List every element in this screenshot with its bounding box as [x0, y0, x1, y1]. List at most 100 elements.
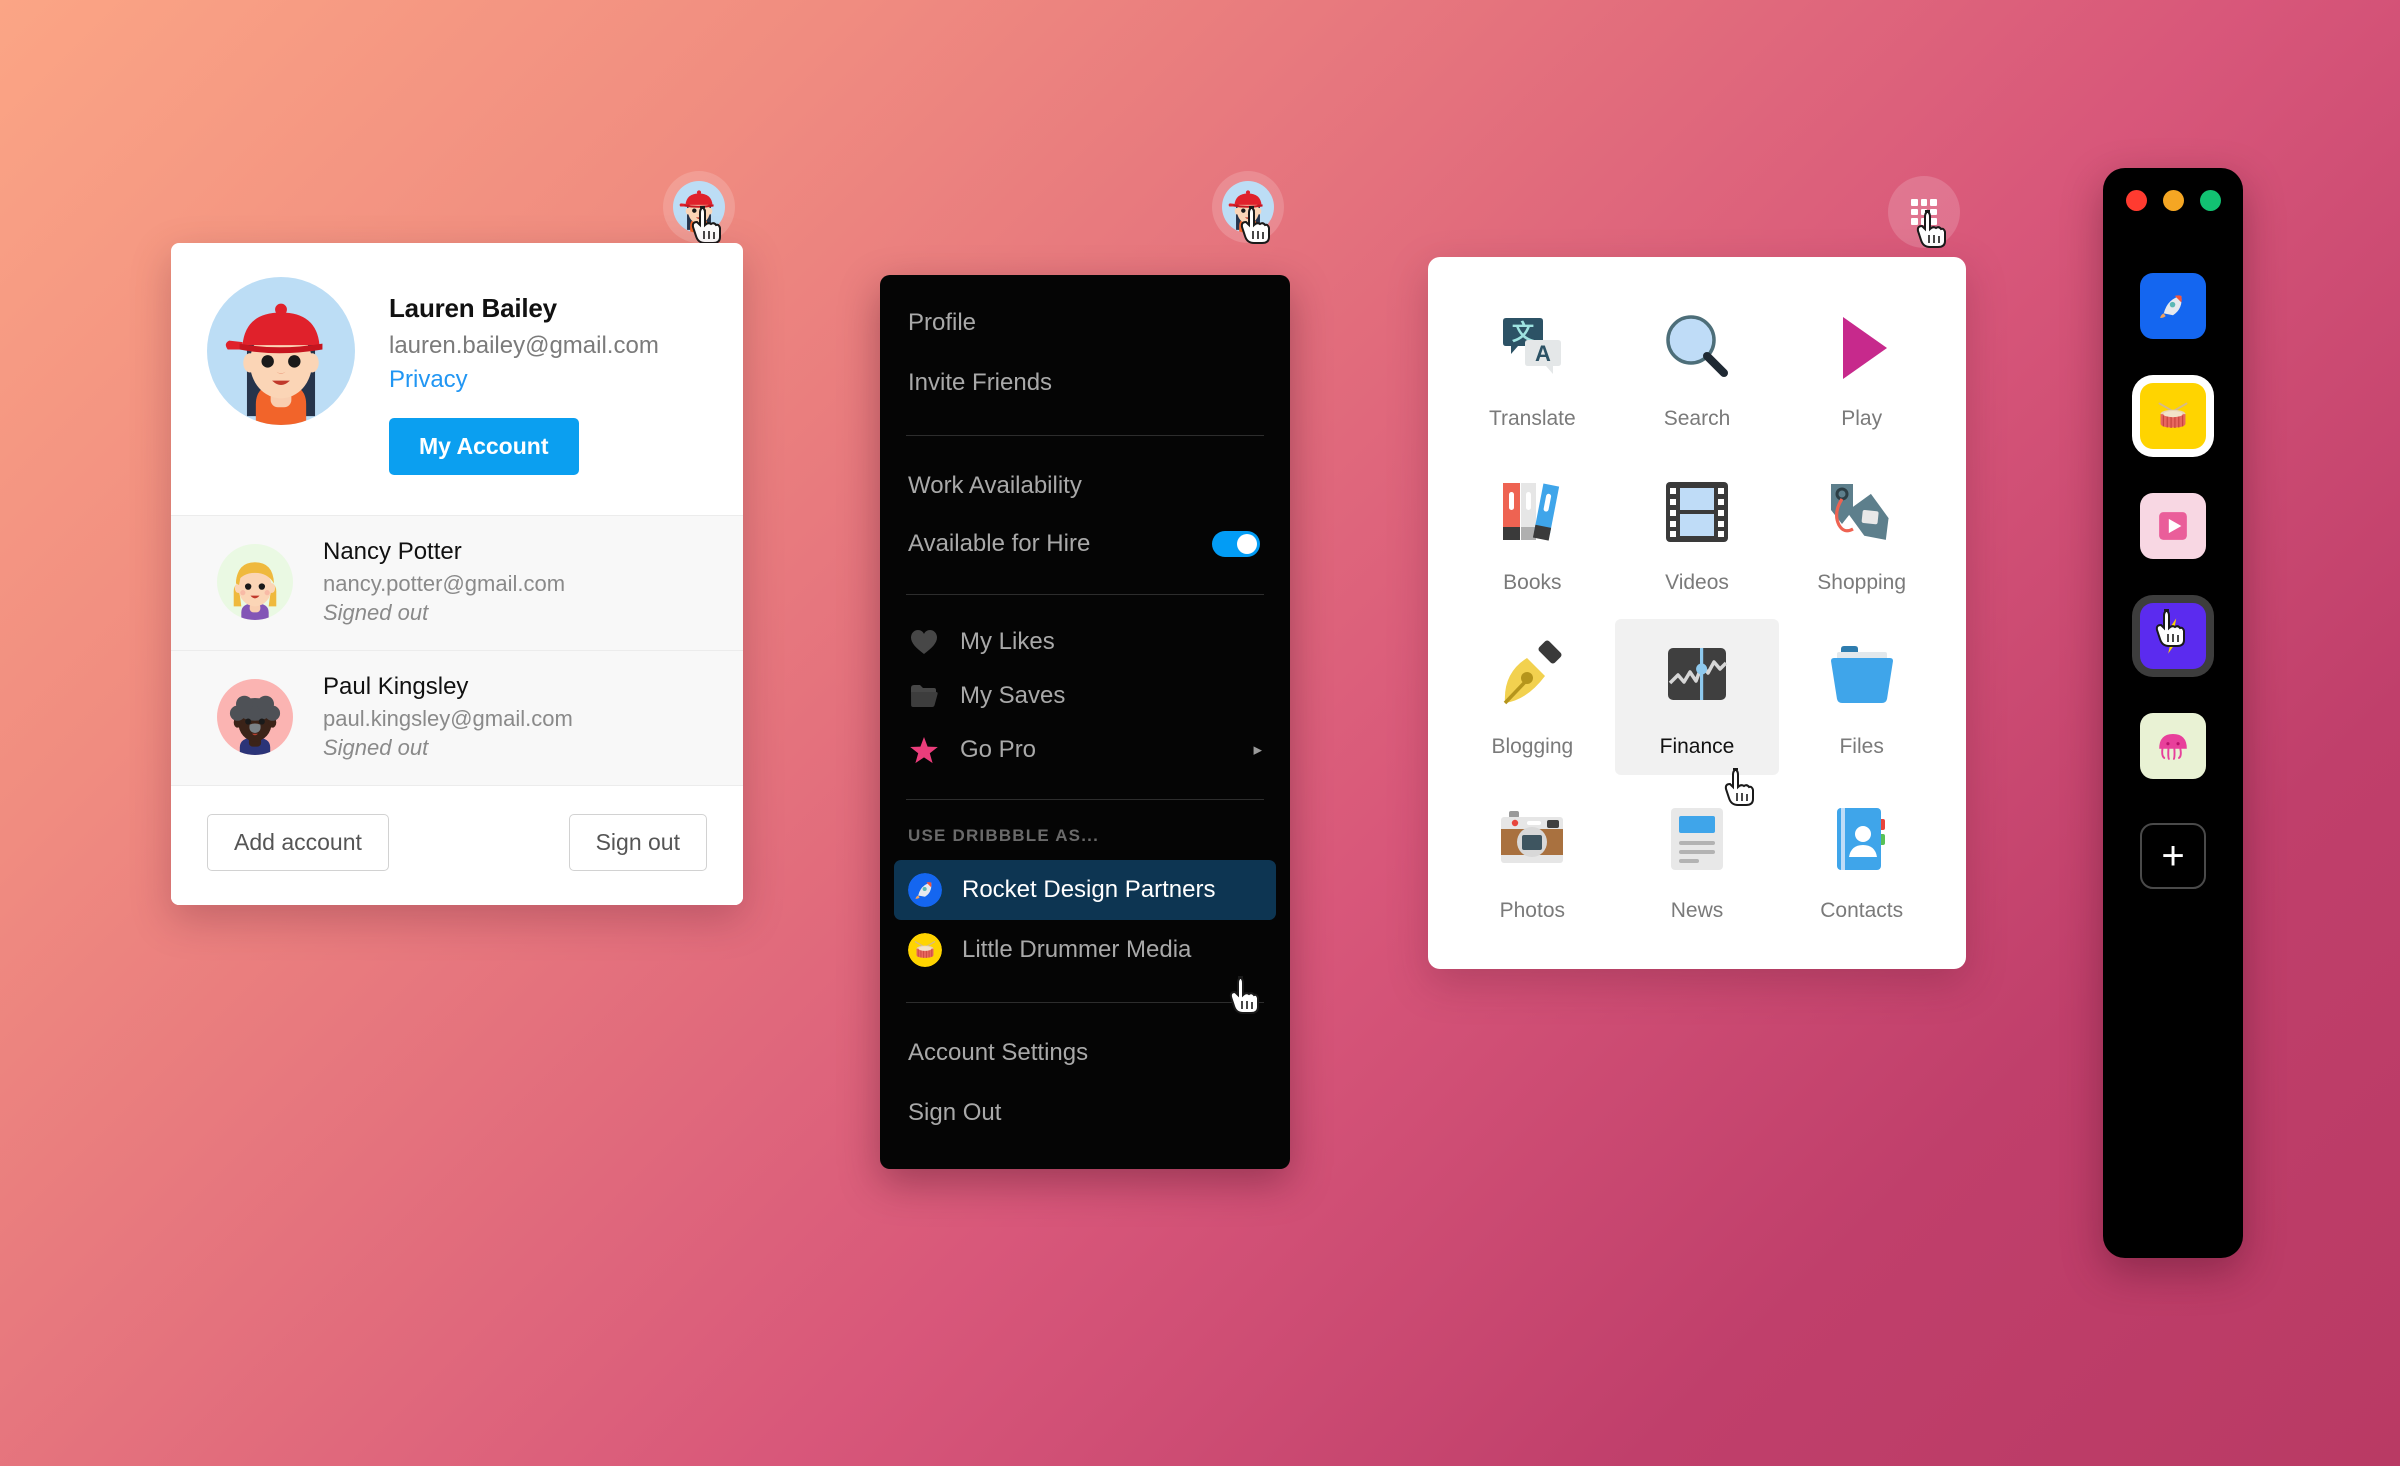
- app-tile-news[interactable]: News: [1615, 783, 1780, 939]
- paul-avatar-icon: [217, 679, 293, 755]
- team-little-drummer-media[interactable]: Little Drummer Media: [894, 920, 1276, 980]
- rocket-icon: [908, 873, 942, 907]
- available-for-hire-row[interactable]: Available for Hire: [880, 516, 1290, 572]
- play-square-icon: [2140, 493, 2206, 559]
- dock-item-rocket[interactable]: [2103, 251, 2243, 361]
- nancy-avatar-icon: [217, 544, 293, 620]
- menu-item-label: Go Pro: [960, 736, 1037, 763]
- menu-item-my-saves[interactable]: My Saves: [880, 669, 1290, 723]
- divider: [906, 799, 1264, 800]
- app-tile-videos[interactable]: Videos: [1615, 455, 1780, 611]
- avatar-trigger-menu[interactable]: [1212, 171, 1284, 243]
- dock-add-app-button[interactable]: +: [2103, 801, 2243, 911]
- app-tile-photos[interactable]: Photos: [1450, 783, 1615, 939]
- rocket-icon: [2140, 273, 2206, 339]
- work-availability-heading: Work Availability: [908, 472, 1082, 499]
- app-tile-shopping[interactable]: Shopping: [1779, 455, 1944, 611]
- app-label: Videos: [1665, 571, 1729, 594]
- account-name: Paul Kingsley: [323, 673, 469, 700]
- add-account-button[interactable]: Add account: [207, 814, 389, 871]
- app-launcher-grid: 文 A Translate Search Play Books Videos S…: [1428, 257, 1966, 969]
- privacy-link[interactable]: Privacy: [389, 366, 659, 394]
- fountain-pen-icon: [1495, 637, 1569, 715]
- jellyfish-icon: [2140, 713, 2206, 779]
- account-switcher-card: Lauren Bailey lauren.bailey@gmail.com Pr…: [171, 243, 743, 905]
- drum-icon: [2140, 383, 2206, 449]
- menu-item-invite-friends[interactable]: Invite Friends: [880, 353, 1290, 413]
- app-tile-contacts[interactable]: Contacts: [1779, 783, 1944, 939]
- available-for-hire-toggle[interactable]: [1212, 531, 1260, 557]
- minimize-light-icon[interactable]: [2162, 190, 2184, 211]
- my-account-button[interactable]: My Account: [389, 418, 579, 475]
- plus-icon: +: [2140, 823, 2206, 889]
- close-light-icon[interactable]: [2125, 190, 2147, 211]
- window-controls: [2103, 190, 2243, 211]
- dock-item-lightning[interactable]: [2103, 581, 2243, 691]
- app-label: Blogging: [1491, 735, 1574, 758]
- list-item[interactable]: Paul Kingsley paul.kingsley@gmail.com Si…: [171, 650, 743, 785]
- dock-item-jellyfish[interactable]: [2103, 691, 2243, 801]
- camera-icon: [1495, 801, 1569, 879]
- available-for-hire-label: Available for Hire: [908, 530, 1091, 557]
- status-badge: Signed out: [323, 600, 429, 625]
- card-actions: Add account Sign out: [171, 785, 743, 905]
- app-label: Shopping: [1817, 571, 1907, 594]
- account-email: paul.kingsley@gmail.com: [323, 706, 573, 731]
- menu-item-account-settings[interactable]: Account Settings: [880, 1023, 1290, 1083]
- app-tile-play[interactable]: Play: [1779, 291, 1944, 447]
- app-tile-books[interactable]: Books: [1450, 455, 1615, 611]
- app-label: Translate: [1488, 407, 1576, 430]
- lauren-avatar-icon: [673, 181, 725, 233]
- menu-item-label: My Saves: [960, 682, 1066, 709]
- account-name: Nancy Potter: [323, 538, 462, 565]
- app-tile-files[interactable]: Files: [1779, 619, 1944, 775]
- lauren-avatar-icon: [207, 277, 355, 425]
- dock-item-play[interactable]: [2103, 471, 2243, 581]
- svg-text:A: A: [1535, 341, 1551, 366]
- menu-item-sign-out[interactable]: Sign Out: [880, 1083, 1290, 1143]
- use-dribbble-as-heading: USE DRIBBBLE AS...: [908, 826, 1099, 845]
- folder-blue-icon: [1825, 637, 1899, 715]
- app-tile-blogging[interactable]: Blogging: [1450, 619, 1615, 775]
- team-label: Rocket Design Partners: [962, 876, 1216, 903]
- app-label: Photos: [1499, 899, 1566, 922]
- heart-icon: [908, 629, 940, 655]
- translate-icon: 文 A: [1495, 309, 1569, 387]
- menu-item-my-likes[interactable]: My Likes: [880, 615, 1290, 669]
- divider: [906, 594, 1264, 595]
- magnifier-icon: [1660, 309, 1734, 387]
- menu-item-go-pro[interactable]: Go Pro ▸: [880, 723, 1290, 777]
- address-book-icon: [1825, 801, 1899, 879]
- app-grid-trigger[interactable]: [1888, 176, 1960, 248]
- newspaper-icon: [1660, 801, 1734, 879]
- desktop-background: Lauren Bailey lauren.bailey@gmail.com Pr…: [0, 0, 2400, 1466]
- menu-item-profile[interactable]: Profile: [880, 293, 1290, 353]
- team-rocket-design-partners[interactable]: Rocket Design Partners: [894, 860, 1276, 920]
- stock-chart-icon: [1660, 637, 1734, 715]
- folder-icon: [908, 684, 940, 708]
- books-icon: [1495, 473, 1569, 551]
- chevron-right-icon: ▸: [1253, 740, 1262, 759]
- list-item[interactable]: Nancy Potter nancy.potter@gmail.com Sign…: [171, 515, 743, 650]
- team-label: Little Drummer Media: [962, 936, 1192, 963]
- menu-item-label: My Likes: [960, 628, 1055, 655]
- dock-item-drum[interactable]: [2103, 361, 2243, 471]
- lauren-avatar-icon: [1222, 181, 1274, 233]
- app-label: Files: [1839, 735, 1884, 758]
- app-label: News: [1670, 899, 1724, 922]
- account-email: nancy.potter@gmail.com: [323, 571, 566, 596]
- status-badge: Signed out: [323, 735, 429, 760]
- primary-account: Lauren Bailey lauren.bailey@gmail.com Pr…: [171, 243, 743, 515]
- sign-out-button[interactable]: Sign out: [568, 814, 707, 871]
- maximize-light-icon[interactable]: [2199, 190, 2221, 211]
- drum-icon: [908, 933, 942, 967]
- divider: [906, 435, 1264, 436]
- app-tile-finance[interactable]: Finance: [1614, 619, 1780, 775]
- app-dock: +: [2103, 168, 2243, 1258]
- avatar-trigger-account[interactable]: [663, 171, 735, 243]
- app-tile-search[interactable]: Search: [1615, 291, 1780, 447]
- star-icon: [908, 736, 940, 764]
- price-tag-icon: [1825, 473, 1899, 551]
- divider: [906, 1002, 1264, 1003]
- app-tile-translate[interactable]: 文 A Translate: [1450, 291, 1615, 447]
